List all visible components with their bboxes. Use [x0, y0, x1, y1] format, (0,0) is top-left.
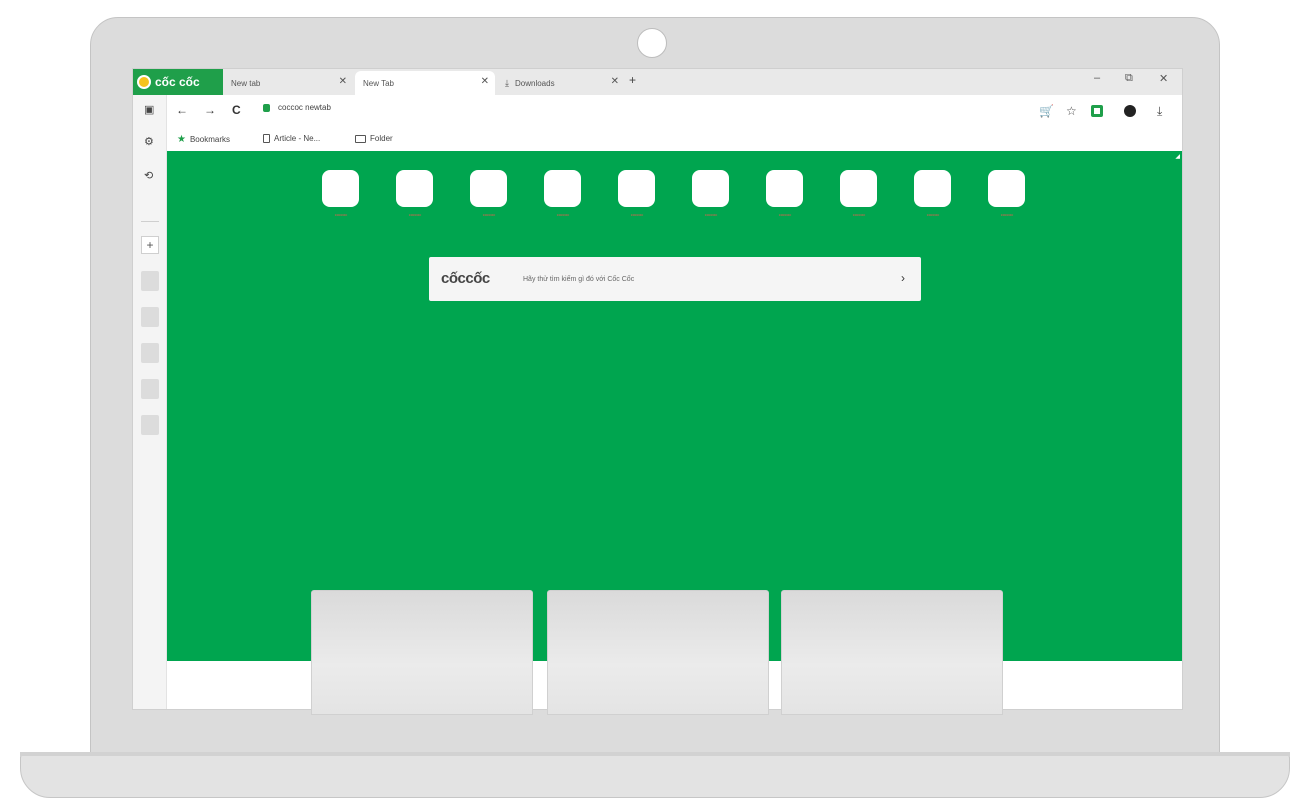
- tab-downloads[interactable]: ⤓ Downloads ✕: [497, 71, 625, 95]
- speed-dial-label: coccoc: [408, 212, 422, 217]
- sidebar-slot[interactable]: [141, 415, 159, 435]
- address-bar[interactable]: coccoc newtab: [263, 103, 331, 112]
- coccoc-logo-icon: [137, 75, 151, 89]
- brand-label: cốc cốc: [155, 75, 200, 89]
- speed-dial-label: coccoc: [1000, 212, 1014, 217]
- laptop-mockup: cốc cốc New tab ✕ New Tab ✕ ⤓ Downloads …: [0, 0, 1291, 800]
- lock-icon: [263, 103, 270, 112]
- speed-dial-label: coccoc: [630, 212, 644, 217]
- speed-dial-tile[interactable]: [470, 170, 507, 207]
- sidebar-slot[interactable]: [141, 343, 159, 363]
- close-icon[interactable]: ✕: [339, 76, 347, 87]
- search-box[interactable]: cốccốc Hãy thử tìm kiếm gì đó với Cốc Cố…: [429, 257, 921, 301]
- tab-label: Downloads: [514, 78, 555, 88]
- tab-label: New tab: [231, 78, 261, 88]
- laptop-base-lip: [20, 752, 1290, 756]
- speed-dial-tile[interactable]: [840, 170, 877, 207]
- speed-dial-label: coccoc: [704, 212, 718, 217]
- sidebar-slot[interactable]: [141, 271, 159, 291]
- settings-icon[interactable]: ⚙: [144, 135, 154, 148]
- new-tab-button[interactable]: +: [629, 73, 636, 87]
- bookmarks-bar: ★ Bookmarks Article - Ne... Folder: [133, 127, 1182, 151]
- close-icon[interactable]: ✕: [481, 76, 489, 87]
- speed-dial-label: coccoc: [778, 212, 792, 217]
- back-icon[interactable]: ←: [176, 103, 188, 117]
- speed-dial-tile[interactable]: [618, 170, 655, 207]
- download-toolbar-icon[interactable]: ⤓: [1157, 104, 1162, 119]
- speed-dial-label: coccoc: [482, 212, 496, 217]
- tab-strip: cốc cốc New tab ✕ New Tab ✕ ⤓ Downloads …: [133, 69, 1182, 95]
- bookmark-folder[interactable]: Folder: [355, 134, 393, 143]
- bookmark-bookmarks[interactable]: ★ Bookmarks: [177, 134, 230, 145]
- webcam: [637, 28, 667, 58]
- cart-icon[interactable]: 🛒: [1039, 104, 1054, 118]
- search-submit-icon[interactable]: ›: [901, 271, 905, 285]
- sidebar-add-button[interactable]: +: [141, 236, 159, 254]
- speed-dial-label: coccoc: [926, 212, 940, 217]
- laptop-base: [20, 752, 1290, 798]
- speed-dial-label: coccoc: [556, 212, 570, 217]
- sidebar-toggle-icon[interactable]: ▣: [144, 103, 154, 116]
- star-icon[interactable]: ☆: [1066, 104, 1077, 118]
- newtab-page: ◢ coccoc coccoc coccoc coccoc coccoc coc…: [167, 151, 1182, 661]
- sidebar-slot[interactable]: [141, 307, 159, 327]
- download-icon: ⤓: [505, 77, 509, 88]
- search-logo: cốccốc: [441, 270, 490, 287]
- speed-dial-tile[interactable]: [692, 170, 729, 207]
- speed-dial-tile[interactable]: [322, 170, 359, 207]
- bookmark-label: Folder: [370, 134, 393, 143]
- browser-logo[interactable]: cốc cốc: [133, 69, 223, 95]
- speed-dial-tile[interactable]: [544, 170, 581, 207]
- document-icon: [263, 134, 270, 143]
- bookmark-label: Article - Ne...: [274, 134, 321, 143]
- minimize-button[interactable]: –: [1094, 72, 1100, 84]
- star-icon: ★: [177, 134, 186, 145]
- restore-button[interactable]: ⧉: [1125, 72, 1133, 85]
- forward-icon[interactable]: →: [204, 103, 216, 117]
- reload-icon[interactable]: C: [232, 103, 241, 117]
- extension-icon[interactable]: [1091, 105, 1103, 117]
- sidebar-divider: [141, 221, 159, 222]
- customize-icon[interactable]: ◢: [1175, 153, 1180, 160]
- tab-new-tab-1[interactable]: New tab ✕: [223, 71, 353, 95]
- window-close-button[interactable]: ✕: [1159, 72, 1168, 85]
- folder-icon: [355, 134, 366, 143]
- sidebar-slot[interactable]: [141, 379, 159, 399]
- speed-dial-tile[interactable]: [766, 170, 803, 207]
- speed-dial-tile[interactable]: [396, 170, 433, 207]
- profile-icon[interactable]: [1124, 105, 1136, 117]
- search-input[interactable]: Hãy thử tìm kiếm gì đó với Cốc Cốc: [523, 276, 634, 283]
- bookmark-label: Bookmarks: [189, 135, 230, 144]
- sidebar: ▣ ⚙ ⟲ +: [133, 95, 167, 709]
- tab-label: New Tab: [363, 78, 394, 88]
- speed-dial-label: coccoc: [334, 212, 348, 217]
- speed-dial-tile[interactable]: [988, 170, 1025, 207]
- speed-dial-tile[interactable]: [914, 170, 951, 207]
- history-icon[interactable]: ⟲: [144, 169, 153, 182]
- toolbar: ← → C coccoc newtab 🛒 ☆ ⤓: [133, 95, 1182, 127]
- speed-dial-label: coccoc: [852, 212, 866, 217]
- tab-new-tab-2[interactable]: New Tab ✕: [355, 71, 495, 95]
- feature-card: [311, 590, 533, 715]
- feature-card: [547, 590, 769, 715]
- url-text: coccoc newtab: [278, 103, 331, 112]
- bookmark-article[interactable]: Article - Ne...: [263, 134, 320, 143]
- feature-card: [781, 590, 1003, 715]
- close-icon[interactable]: ✕: [611, 76, 619, 87]
